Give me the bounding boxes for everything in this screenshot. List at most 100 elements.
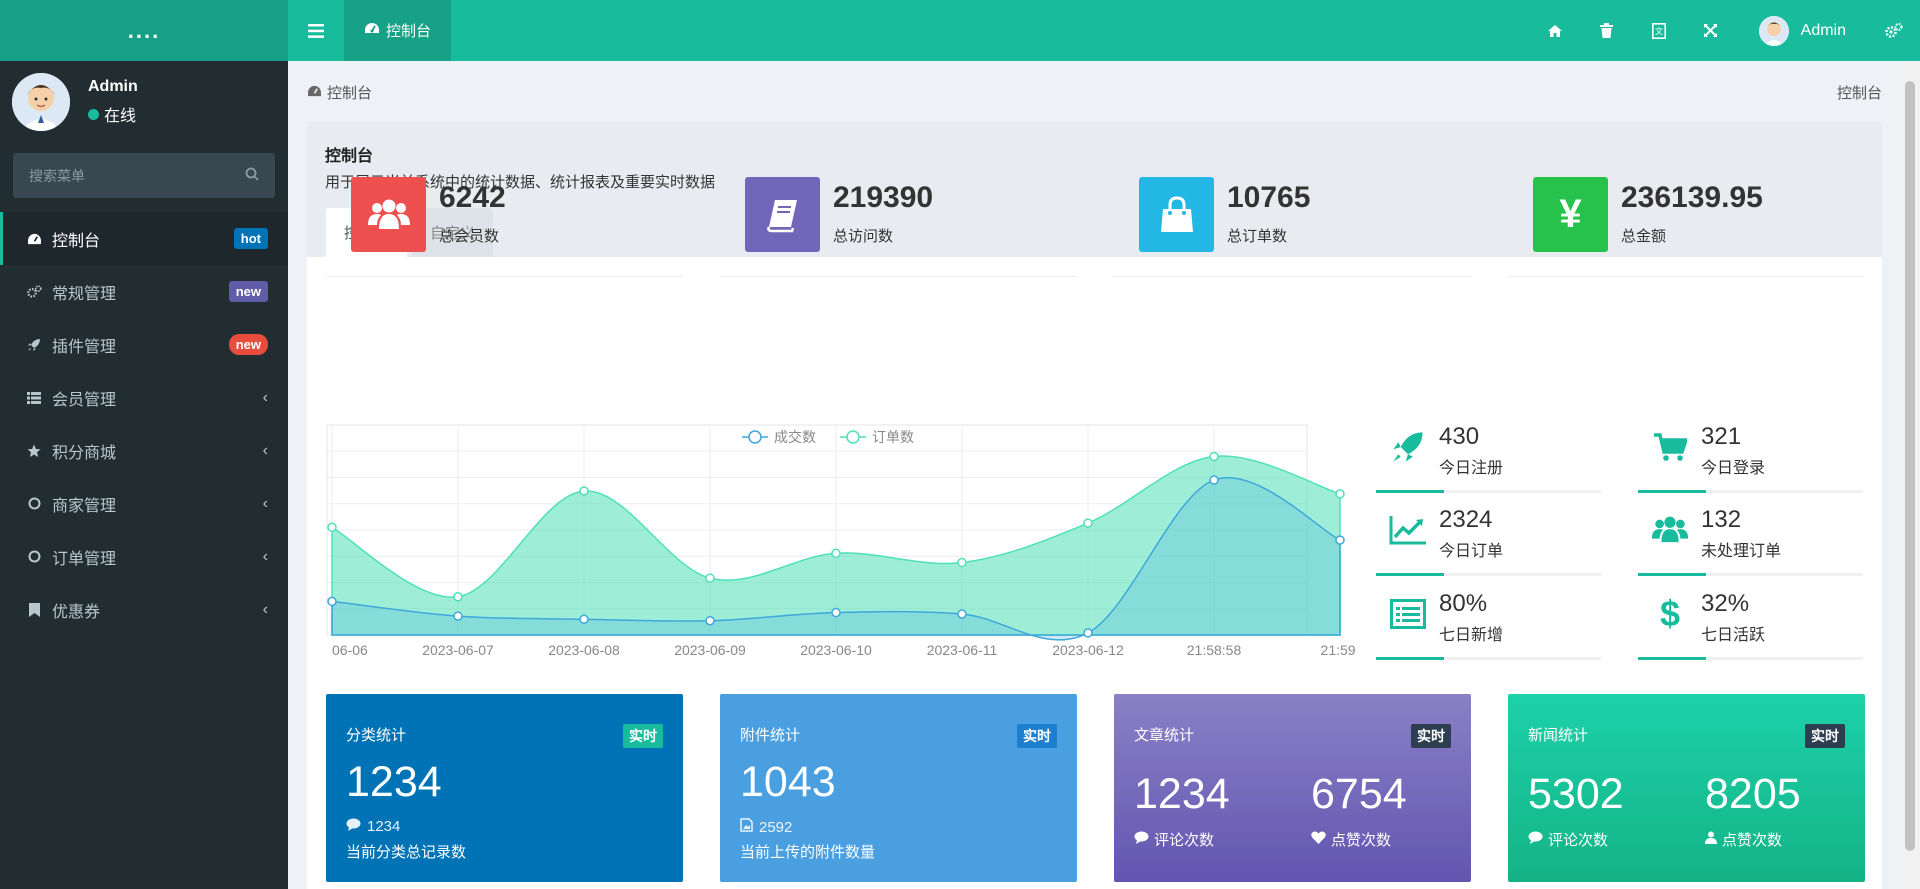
user-menu[interactable]: Admin [1737, 0, 1868, 61]
mini-value: 321 [1701, 423, 1742, 450]
data-point [831, 548, 841, 559]
accent-bar [1376, 573, 1444, 576]
data-point [1209, 475, 1219, 485]
mini-stat-unprocessed: 132 未处理订单 [1638, 500, 1863, 576]
card-attachment-stats: 附件统计 实时 1043 2592 当前上传的附件数量 [720, 694, 1077, 882]
comment-label-row: 评论次数 [1134, 829, 1230, 850]
scrollbar-thumb[interactable] [1905, 81, 1915, 851]
data-point [1335, 535, 1345, 545]
home-icon[interactable] [1529, 0, 1581, 61]
x-tick-label: 2023-06-09 [674, 642, 746, 658]
yen-icon: ¥ [1533, 177, 1608, 252]
realtime-badge: 实时 [1805, 724, 1845, 748]
card-title: 分类统计 [346, 727, 407, 744]
stat-label: 总订单数 [1227, 228, 1288, 245]
avatar [1758, 15, 1789, 46]
tab-dashboard[interactable]: 控制台 [344, 0, 452, 61]
legend-marker [846, 430, 860, 444]
sidebar-item-members[interactable]: 会员管理 ‹ [0, 371, 288, 424]
x-tick-label: 2023-06-10 [800, 642, 872, 658]
mini-label: 七日活跃 [1701, 627, 1766, 644]
list-alt-icon [1388, 594, 1428, 634]
card-left-column: 5302 评论次数 [1528, 770, 1624, 850]
data-point [579, 614, 589, 624]
shopping-bag-icon [1139, 177, 1214, 252]
mini-value: 132 [1701, 506, 1742, 533]
svg-text:文: 文 [1655, 26, 1663, 36]
accent-bar [1376, 657, 1444, 660]
data-point [579, 486, 589, 496]
sidebar-item-coupons[interactable]: 优惠券 ‹ [0, 583, 288, 636]
mini-label: 今日订单 [1439, 543, 1504, 560]
hot-badge: hot [233, 228, 268, 249]
sidebar-item-merchants[interactable]: 商家管理 ‹ [0, 477, 288, 530]
search-icon[interactable] [245, 167, 259, 184]
trash-icon[interactable] [1581, 0, 1633, 61]
stat-total-orders: 10765 总订单数 [1114, 177, 1471, 277]
chart-x-ticks: 06-06 2023-06-07 2023-06-08 2023-06-09 2023-… [332, 642, 1357, 658]
breadcrumb-left[interactable]: 控制台 [307, 82, 372, 103]
sidebar-item-label: 控制台 [52, 232, 101, 250]
x-tick-label: 2023-06-07 [422, 642, 494, 658]
card-value: 1043 [740, 758, 836, 806]
dashboard-icon [26, 233, 42, 245]
x-tick-label: 2023-06-11 [927, 642, 998, 658]
user-name: Admin [1800, 21, 1846, 39]
like-label-row: 点赞次数 [1705, 829, 1801, 850]
data-point [327, 596, 337, 607]
x-tick-label: 2023-06-08 [548, 642, 620, 658]
logo[interactable]: .... [0, 0, 288, 61]
translate-icon[interactable]: 文 [1633, 0, 1685, 61]
book-icon [745, 177, 820, 252]
data-point [453, 611, 463, 621]
card-description: 当前上传的附件数量 [740, 844, 876, 861]
stat-value: 236139.95 [1621, 181, 1763, 214]
top-navbar: .... 控制台 文 Admin [0, 0, 1920, 61]
data-point [1083, 628, 1093, 638]
accent-bar [1638, 657, 1706, 660]
card-sub: 2592 [740, 818, 792, 836]
card-title: 附件统计 [740, 727, 801, 744]
sidebar-item-label: 优惠券 [52, 603, 101, 621]
x-tick-label: 21:59: [1321, 642, 1357, 658]
file-image-icon [740, 818, 753, 836]
data-point [1209, 451, 1219, 462]
sidebar-item-plugins[interactable]: 插件管理 new [0, 318, 288, 371]
page-scrollbar[interactable] [1900, 61, 1920, 889]
dashboard-icon [307, 84, 322, 101]
top-right-tools: 文 Admin [1529, 0, 1920, 61]
realtime-badge: 实时 [623, 724, 663, 748]
settings-icon[interactable] [1868, 0, 1920, 61]
chevron-left-icon: ‹ [262, 494, 268, 512]
stat-label: 总金额 [1621, 228, 1667, 245]
user-icon [1705, 831, 1717, 848]
sidebar-item-label: 积分商城 [52, 444, 117, 462]
stat-total-visits: 219390 总访问数 [720, 177, 1077, 277]
mini-label: 今日注册 [1439, 460, 1504, 477]
user-status: 在线 [88, 102, 138, 126]
sidebar-item-label: 插件管理 [52, 338, 117, 356]
data-point [705, 615, 715, 626]
mini-label: 未处理订单 [1701, 543, 1782, 560]
sidebar-item-dashboard[interactable]: 控制台 hot [0, 212, 288, 265]
menu-toggle-icon[interactable] [288, 0, 344, 61]
sidebar-item-points-mall[interactable]: 积分商城 ‹ [0, 424, 288, 477]
users-icon [351, 177, 426, 252]
sidebar-item-label: 订单管理 [52, 550, 117, 568]
rocket-icon [1388, 427, 1428, 467]
cogs-icon [26, 284, 42, 299]
like-label-row: 点赞次数 [1311, 829, 1407, 850]
fullscreen-icon[interactable] [1685, 0, 1737, 61]
card-title: 文章统计 [1134, 727, 1195, 744]
card-right-column: 6754 点赞次数 [1311, 770, 1407, 850]
chevron-left-icon: ‹ [262, 600, 268, 618]
card-title: 新闻统计 [1528, 727, 1589, 744]
breadcrumb: 控制台 控制台 [307, 82, 1882, 103]
sidebar-item-general[interactable]: 常规管理 new [0, 265, 288, 318]
data-point [1335, 489, 1345, 499]
data-point [1083, 518, 1093, 528]
like-label: 点赞次数 [1331, 832, 1392, 849]
chevron-left-icon: ‹ [262, 547, 268, 565]
sidebar-item-orders[interactable]: 订单管理 ‹ [0, 530, 288, 583]
search-input[interactable] [29, 167, 245, 184]
